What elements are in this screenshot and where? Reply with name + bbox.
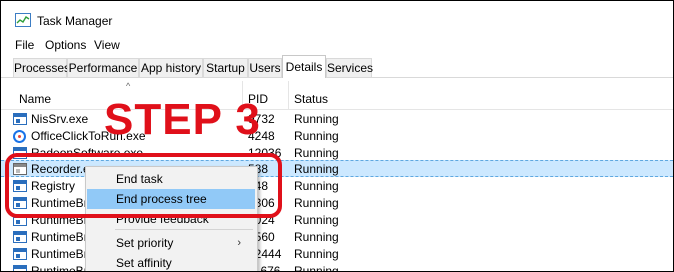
table-row[interactable]: OfficeClickToRun.exe 4248 Running — [1, 128, 673, 145]
app-window-icon — [13, 248, 27, 260]
tab-processes[interactable]: Processes — [13, 58, 70, 77]
menu-file[interactable]: File — [15, 38, 34, 52]
process-status: Running — [294, 196, 339, 210]
task-manager-icon — [15, 13, 31, 27]
app-window-icon — [13, 265, 27, 271]
process-status: Running — [294, 213, 339, 227]
title-bar: Task Manager — [1, 1, 673, 35]
column-separator[interactable] — [288, 81, 289, 109]
menu-options[interactable]: Options — [45, 38, 86, 52]
tab-users[interactable]: Users — [248, 58, 282, 77]
process-status: Running — [294, 179, 339, 193]
menu-set-priority[interactable]: Set priority › — [87, 233, 255, 253]
sort-ascending-icon: ^ — [126, 81, 131, 91]
window-title: Task Manager — [37, 14, 113, 28]
tab-startup[interactable]: Startup — [203, 58, 248, 77]
submenu-arrow-icon: › — [237, 237, 241, 249]
column-name[interactable]: Name — [19, 92, 51, 106]
table-row[interactable]: NisSrv.exe 9732 Running — [1, 111, 673, 128]
tab-strip: Processes Performance App history Startu… — [1, 55, 673, 79]
column-header-row: ^ Name PID Status — [1, 79, 673, 110]
menu-separator — [115, 229, 253, 230]
process-status: Running — [294, 129, 339, 143]
tab-app-history[interactable]: App history — [139, 58, 203, 77]
menu-bar: File Options View — [1, 35, 673, 55]
process-status: Running — [294, 162, 339, 176]
office-icon — [13, 130, 26, 143]
menu-view[interactable]: View — [94, 38, 120, 52]
menu-label: Set priority — [116, 236, 174, 250]
tab-details[interactable]: Details — [282, 55, 326, 78]
process-status: Running — [294, 264, 339, 272]
highlight-annotation-box — [5, 153, 282, 218]
process-name: NisSrv.exe — [31, 112, 89, 126]
task-manager-window: Task Manager File Options View Processes… — [0, 0, 674, 272]
step-annotation: STEP 3 — [104, 95, 261, 144]
column-status[interactable]: Status — [294, 92, 328, 106]
process-status: Running — [294, 112, 339, 126]
process-status: Running — [294, 247, 339, 261]
tab-performance[interactable]: Performance — [67, 58, 139, 77]
tab-divider — [1, 77, 673, 78]
app-window-icon — [13, 231, 27, 243]
process-status: Running — [294, 230, 339, 244]
tab-services[interactable]: Services — [326, 58, 373, 77]
menu-set-affinity[interactable]: Set affinity — [87, 253, 255, 271]
process-status: Running — [294, 146, 339, 160]
menu-label: Set affinity — [116, 256, 172, 270]
app-window-icon — [13, 113, 27, 125]
